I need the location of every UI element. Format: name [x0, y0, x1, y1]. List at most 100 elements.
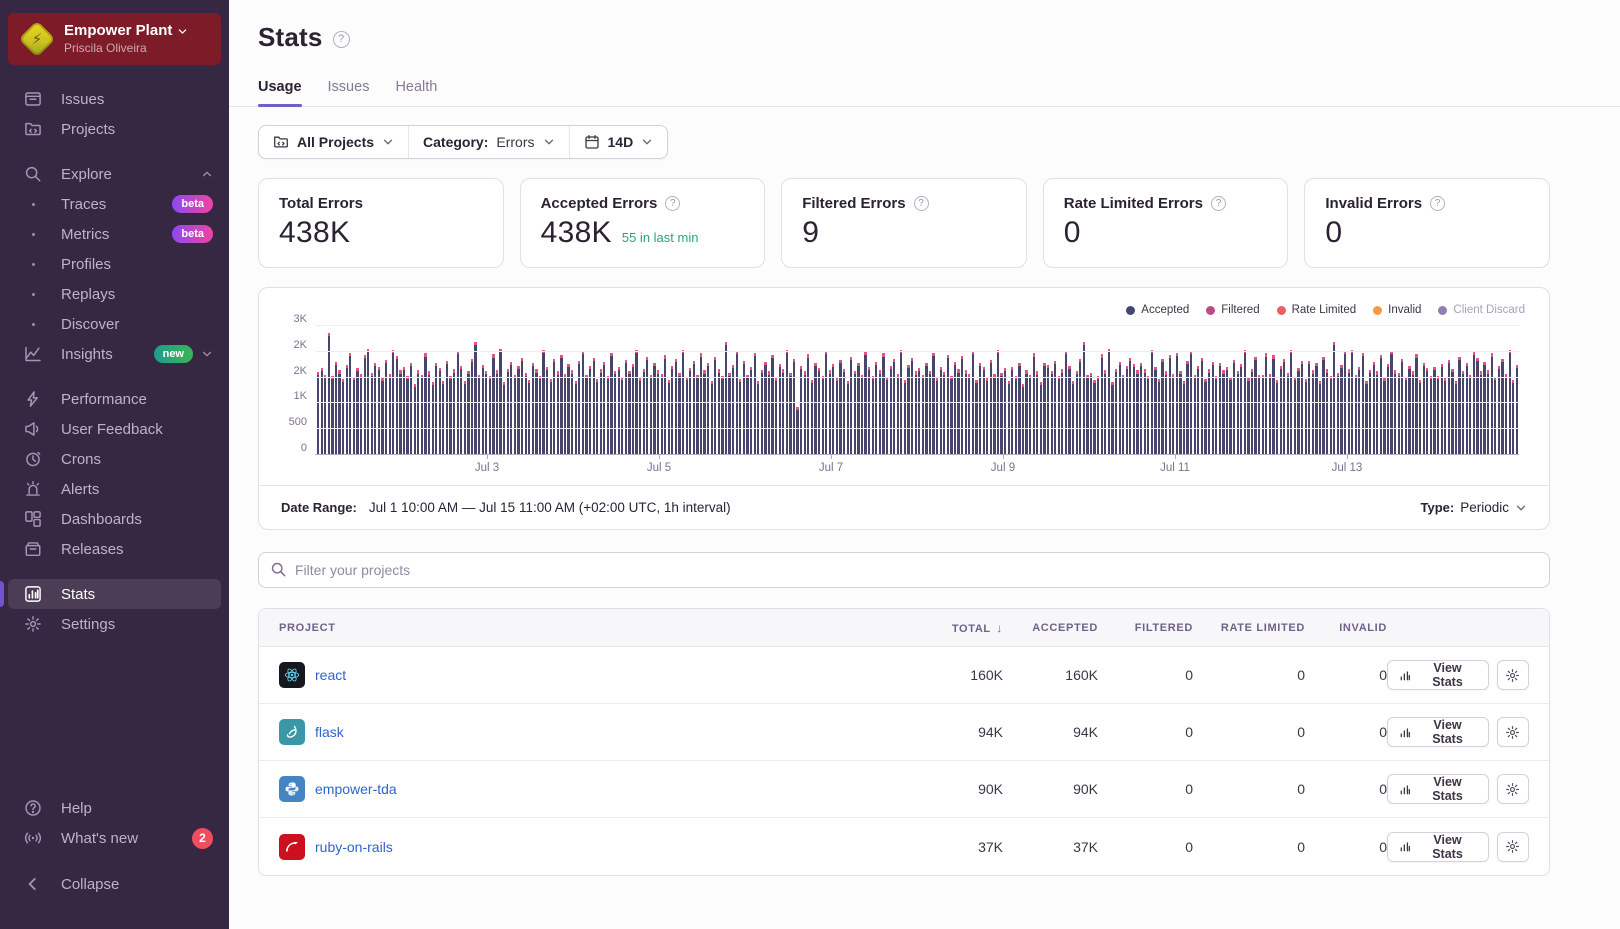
accepted-value: 160K: [1065, 667, 1098, 683]
chart-bar: [628, 370, 631, 454]
sidebar-item-insights[interactable]: Insights new: [8, 339, 221, 369]
stat-card-filtered-errors: Filtered Errors? 9: [781, 178, 1027, 268]
sidebar-item-discover[interactable]: Discover: [8, 309, 221, 339]
view-stats-button[interactable]: View Stats: [1387, 831, 1489, 862]
column-header-rate-limited[interactable]: RATE LIMITED: [1193, 622, 1305, 634]
chart-bar: [1462, 370, 1465, 454]
sidebar-item-settings[interactable]: Settings: [8, 609, 221, 639]
project-link[interactable]: ruby-on-rails: [315, 839, 393, 855]
chart-bar: [1147, 375, 1150, 454]
stat-card-value: 0: [1063, 216, 1081, 249]
chart-bar: [1107, 348, 1110, 454]
project-filter-dropdown[interactable]: All Projects: [259, 126, 408, 158]
sidebar-item-performance[interactable]: Performance: [8, 384, 221, 414]
chart-bar: [617, 367, 620, 454]
bullet-icon: [24, 293, 42, 296]
sidebar-item-what-s-new[interactable]: What's new 2: [8, 823, 221, 853]
sidebar-item-profiles[interactable]: Profiles: [8, 249, 221, 279]
category-label: Category:: [423, 134, 489, 150]
chart-bar: [921, 374, 924, 454]
date-period-dropdown[interactable]: 14D: [568, 126, 668, 158]
chart-bar: [1311, 370, 1314, 454]
project-search-input[interactable]: [258, 552, 1550, 588]
help-icon[interactable]: ?: [1430, 196, 1446, 211]
chart-bar: [957, 369, 960, 454]
sidebar-item-projects[interactable]: Projects: [8, 114, 221, 144]
chart-bar: [1318, 381, 1322, 454]
chart-bar: [1000, 372, 1003, 454]
legend-label: Invalid: [1388, 304, 1422, 316]
project-settings-button[interactable]: [1496, 831, 1529, 862]
sidebar-item-issues[interactable]: Issues: [8, 84, 221, 114]
performance-icon: [24, 390, 42, 408]
category-dropdown[interactable]: Category: Errors: [408, 126, 568, 158]
chart-bar: [749, 366, 753, 454]
view-stats-button[interactable]: View Stats: [1387, 660, 1489, 690]
chart-bar: [485, 370, 488, 454]
project-link[interactable]: empower-tda: [315, 781, 397, 797]
chart-bar: [817, 368, 821, 454]
sidebar-item-collapse[interactable]: Collapse: [8, 869, 221, 899]
project-link[interactable]: react: [315, 667, 346, 683]
table-body: react 160K 160K 0 0 0 View Stats flask 9…: [259, 647, 1549, 875]
column-header-invalid[interactable]: INVALID: [1305, 622, 1387, 634]
legend-dot-icon: [1126, 305, 1136, 315]
chart-bar: [975, 379, 978, 454]
column-header-project[interactable]: PROJECT: [279, 622, 873, 634]
help-icon[interactable]: ?: [665, 196, 681, 211]
view-stats-label: View Stats: [1432, 718, 1463, 746]
tab-usage[interactable]: Usage: [258, 79, 302, 107]
help-icon[interactable]: ?: [1211, 196, 1226, 211]
chart-bar: [792, 359, 796, 454]
sidebar-item-label: What's new: [61, 829, 139, 847]
legend-item-client-discard[interactable]: Client Discard: [1438, 304, 1525, 316]
legend-item-invalid[interactable]: Invalid: [1373, 304, 1421, 316]
chart-bar: [1165, 371, 1168, 454]
sidebar-item-label: Help: [61, 799, 92, 817]
chart-bar: [667, 379, 670, 454]
nav-section-gap: [0, 369, 229, 384]
sidebar-item-stats[interactable]: Stats: [0, 579, 221, 609]
column-header-total[interactable]: TOTAL ↓: [873, 621, 1003, 635]
column-header-filtered[interactable]: FILTERED: [1098, 622, 1193, 634]
project-settings-button[interactable]: [1496, 717, 1529, 747]
view-stats-button[interactable]: View Stats: [1387, 774, 1489, 804]
grid-line: [315, 376, 1519, 378]
chart-bar: [739, 378, 742, 454]
chart-bar: [685, 377, 688, 454]
tab-health[interactable]: Health: [395, 79, 437, 106]
sidebar-item-traces[interactable]: Traces beta: [8, 189, 221, 219]
project-settings-button[interactable]: [1496, 660, 1529, 690]
tab-issues[interactable]: Issues: [328, 79, 370, 106]
sidebar-item-help[interactable]: Help: [8, 793, 221, 823]
sidebar-item-explore[interactable]: Explore: [8, 159, 221, 189]
legend-item-filtered[interactable]: Filtered: [1206, 304, 1260, 316]
project-settings-button[interactable]: [1496, 774, 1529, 804]
sidebar-item-user-feedback[interactable]: User Feedback: [8, 414, 221, 444]
legend-item-accepted[interactable]: Accepted: [1126, 304, 1189, 316]
chart-bar: [342, 379, 345, 454]
sidebar-item-replays[interactable]: Replays: [8, 279, 221, 309]
chart-bar: [1275, 379, 1279, 454]
sidebar-item-label: User Feedback: [61, 420, 163, 438]
sidebar-item-metrics[interactable]: Metrics beta: [8, 219, 221, 249]
chart-bar: [1250, 368, 1254, 454]
chart-bar: [832, 364, 835, 454]
view-stats-button[interactable]: View Stats: [1387, 717, 1489, 747]
sidebar-item-dashboards[interactable]: Dashboards: [8, 504, 221, 534]
sidebar-item-alerts[interactable]: Alerts: [8, 474, 221, 504]
chart-bar: [1347, 369, 1350, 454]
org-switcher[interactable]: ⚡ Empower Plant Priscila Oliveira: [8, 13, 221, 65]
legend-item-rate-limited[interactable]: Rate Limited: [1276, 304, 1356, 316]
org-avatar: ⚡: [18, 20, 56, 58]
project-link[interactable]: flask: [315, 724, 344, 740]
chart-bar: [882, 353, 885, 454]
sidebar-item-crons[interactable]: Crons: [8, 444, 221, 474]
chart-bar: [1415, 354, 1418, 454]
column-header-accepted[interactable]: ACCEPTED: [1003, 622, 1098, 634]
sidebar-item-releases[interactable]: Releases: [8, 534, 221, 564]
help-icon[interactable]: ?: [913, 196, 929, 211]
page-help-icon[interactable]: ?: [332, 30, 350, 48]
chart-type-dropdown[interactable]: Type: Periodic: [1421, 500, 1528, 515]
chart-bar: [1079, 358, 1082, 454]
